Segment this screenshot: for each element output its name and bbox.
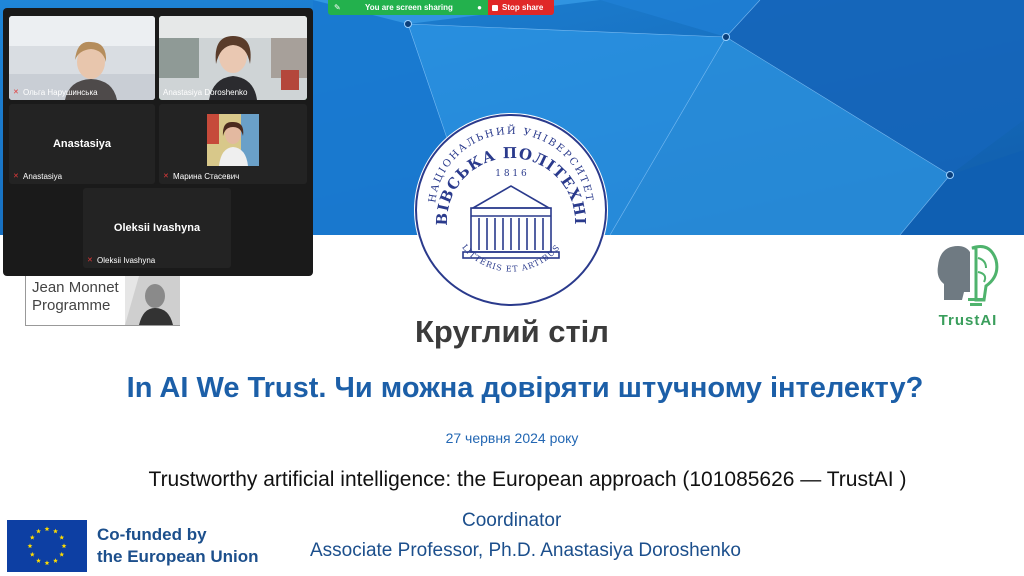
jean-monnet-text: Jean Monnet Programme [32, 279, 119, 315]
participant-name: Марина Стасевич [173, 172, 240, 181]
participant-tile-anastasiya-doroshenko[interactable]: Anastasiya Doroshenko [159, 16, 307, 100]
participant-display-name: Anastasiya [52, 138, 112, 150]
video-gallery-panel[interactable]: ✕ Ольга Нарушинська Anastasiya Doroshenk… [3, 8, 313, 276]
participant-display-name: Oleksii Ivashyna [113, 222, 201, 234]
jean-monnet-logo: Jean Monnet Programme [25, 276, 180, 326]
pen-icon: ✎ [334, 3, 341, 12]
brain-head-icon [937, 245, 999, 306]
coordinator-label: Coordinator [462, 510, 562, 531]
shield-check-icon: ● [477, 3, 482, 12]
participant-tile-maryna[interactable]: ✕ Марина Стасевич [159, 104, 307, 184]
mic-muted-icon: ✕ [163, 173, 169, 180]
participant-name: Anastasiya Doroshenko [163, 88, 248, 97]
jean-monnet-line2: Programme [32, 297, 111, 314]
university-logo: НАЦІОНАЛЬНИЙ УНІВЕРСИТЕТ ЛЬВІВСЬКА ПОЛІТ… [413, 112, 608, 307]
coordinator-name: Associate Professor, Ph.D. Anastasiya Do… [310, 540, 741, 561]
stop-share-button[interactable]: Stop share [488, 0, 554, 15]
participant-name: Oleksii Ivashyna [97, 256, 156, 265]
screen-share-bar: ✎ You are screen sharing ● Stop share [328, 0, 554, 15]
participant-name-tag: Anastasiya Doroshenko [163, 88, 248, 97]
slide-date: 27 червня 2024 року [445, 430, 579, 446]
eu-cofunded-text: Co-funded by the European Union [97, 524, 259, 568]
participant-name: Anastasiya [23, 172, 63, 181]
participant-name: Ольга Нарушинська [23, 88, 98, 97]
slide-title: In AI We Trust. Чи можна довіряти штучно… [126, 372, 924, 404]
eu-line1: Co-funded by [97, 525, 207, 544]
participant-video [207, 114, 259, 166]
participant-name-tag: ✕ Oleksii Ivashyna [87, 256, 155, 265]
stop-share-label: Stop share [502, 3, 544, 12]
participant-name-tag: ✕ Anastasiya [13, 172, 62, 181]
jean-monnet-line1: Jean Monnet [32, 279, 119, 296]
jean-monnet-portrait [125, 276, 180, 325]
sharing-status[interactable]: ✎ You are screen sharing ● [328, 0, 488, 15]
participant-name-tag: ✕ Ольга Нарушинська [13, 88, 98, 97]
participant-tile-olga[interactable]: ✕ Ольга Нарушинська [9, 16, 155, 100]
mic-muted-icon: ✕ [13, 89, 19, 96]
mic-muted-icon: ✕ [13, 173, 19, 180]
univ-year: 1 8 1 6 [495, 169, 527, 179]
participant-tile-anastasiya[interactable]: Anastasiya ✕ Anastasiya [9, 104, 155, 184]
eu-flag-icon [7, 520, 87, 572]
sharing-status-text: You are screen sharing [364, 3, 453, 12]
participant-tile-oleksii[interactable]: Oleksii Ivashyna ✕ Oleksii Ivashyna [83, 188, 231, 268]
mic-muted-icon: ✕ [87, 257, 93, 264]
participant-name-tag: ✕ Марина Стасевич [163, 172, 239, 181]
eu-line2: the European Union [97, 547, 259, 566]
project-description: Trustworthy artificial intelligence: the… [148, 468, 907, 491]
stop-square-icon [492, 4, 498, 11]
